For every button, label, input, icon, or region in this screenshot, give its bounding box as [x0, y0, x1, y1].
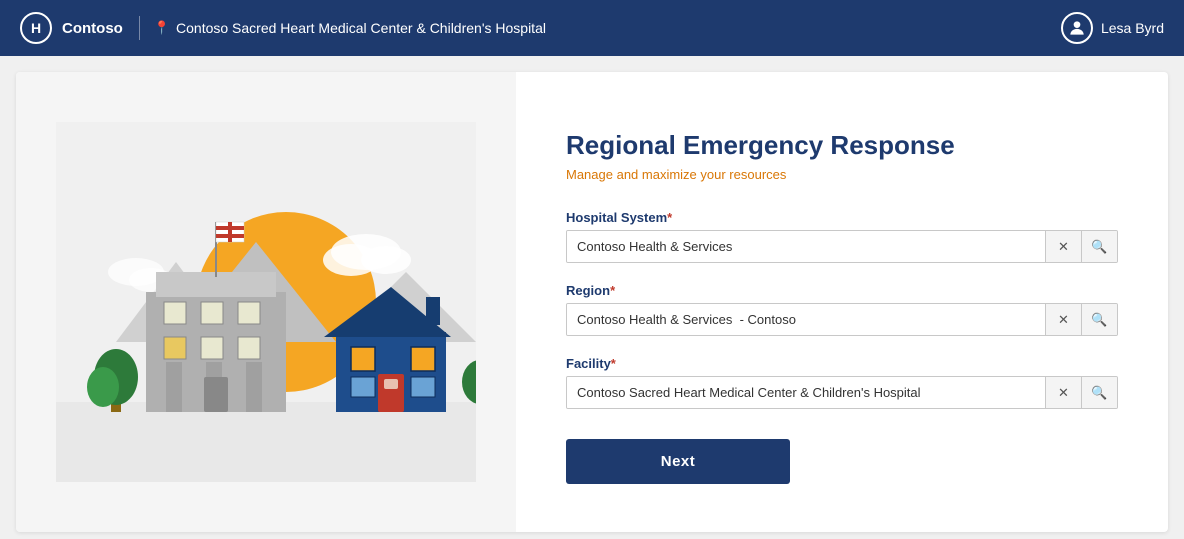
- region-field: Region* ✕ 🔍: [566, 283, 1118, 336]
- hospital-system-label: Hospital System*: [566, 210, 1118, 225]
- hospital-system-input[interactable]: [567, 231, 1045, 262]
- region-input-row: ✕ 🔍: [566, 303, 1118, 336]
- hospital-system-clear-button[interactable]: ✕: [1045, 231, 1081, 262]
- region-input[interactable]: [567, 304, 1045, 335]
- hospital-system-field: Hospital System* ✕ 🔍: [566, 210, 1118, 263]
- illustration-panel: [16, 72, 516, 532]
- form-subtitle: Manage and maximize your resources: [566, 167, 1118, 182]
- facility-field: Facility* ✕ 🔍: [566, 356, 1118, 409]
- hospital-illustration: [56, 122, 476, 482]
- hospital-system-input-row: ✕ 🔍: [566, 230, 1118, 263]
- app-header: H Contoso 📍 Contoso Sacred Heart Medical…: [0, 0, 1184, 56]
- next-button[interactable]: Next: [566, 439, 790, 484]
- user-avatar-icon: [1061, 12, 1093, 44]
- location-icon: 📍: [154, 20, 170, 36]
- app-logo-icon: H: [20, 12, 52, 44]
- region-label: Region*: [566, 283, 1118, 298]
- main-container: Regional Emergency Response Manage and m…: [16, 72, 1168, 532]
- facility-input[interactable]: [567, 377, 1045, 408]
- facility-clear-button[interactable]: ✕: [1045, 377, 1081, 408]
- user-section: Lesa Byrd: [1061, 12, 1164, 44]
- facility-name: Contoso Sacred Heart Medical Center & Ch…: [176, 20, 1061, 36]
- brand-name: Contoso: [62, 20, 123, 37]
- facility-input-row: ✕ 🔍: [566, 376, 1118, 409]
- facility-label: Facility*: [566, 356, 1118, 371]
- header-divider: [139, 16, 140, 40]
- username-label: Lesa Byrd: [1101, 20, 1164, 36]
- form-panel: Regional Emergency Response Manage and m…: [516, 72, 1168, 532]
- hospital-system-search-button[interactable]: 🔍: [1081, 231, 1117, 262]
- region-search-button[interactable]: 🔍: [1081, 304, 1117, 335]
- form-title: Regional Emergency Response: [566, 130, 1118, 161]
- region-clear-button[interactable]: ✕: [1045, 304, 1081, 335]
- facility-search-button[interactable]: 🔍: [1081, 377, 1117, 408]
